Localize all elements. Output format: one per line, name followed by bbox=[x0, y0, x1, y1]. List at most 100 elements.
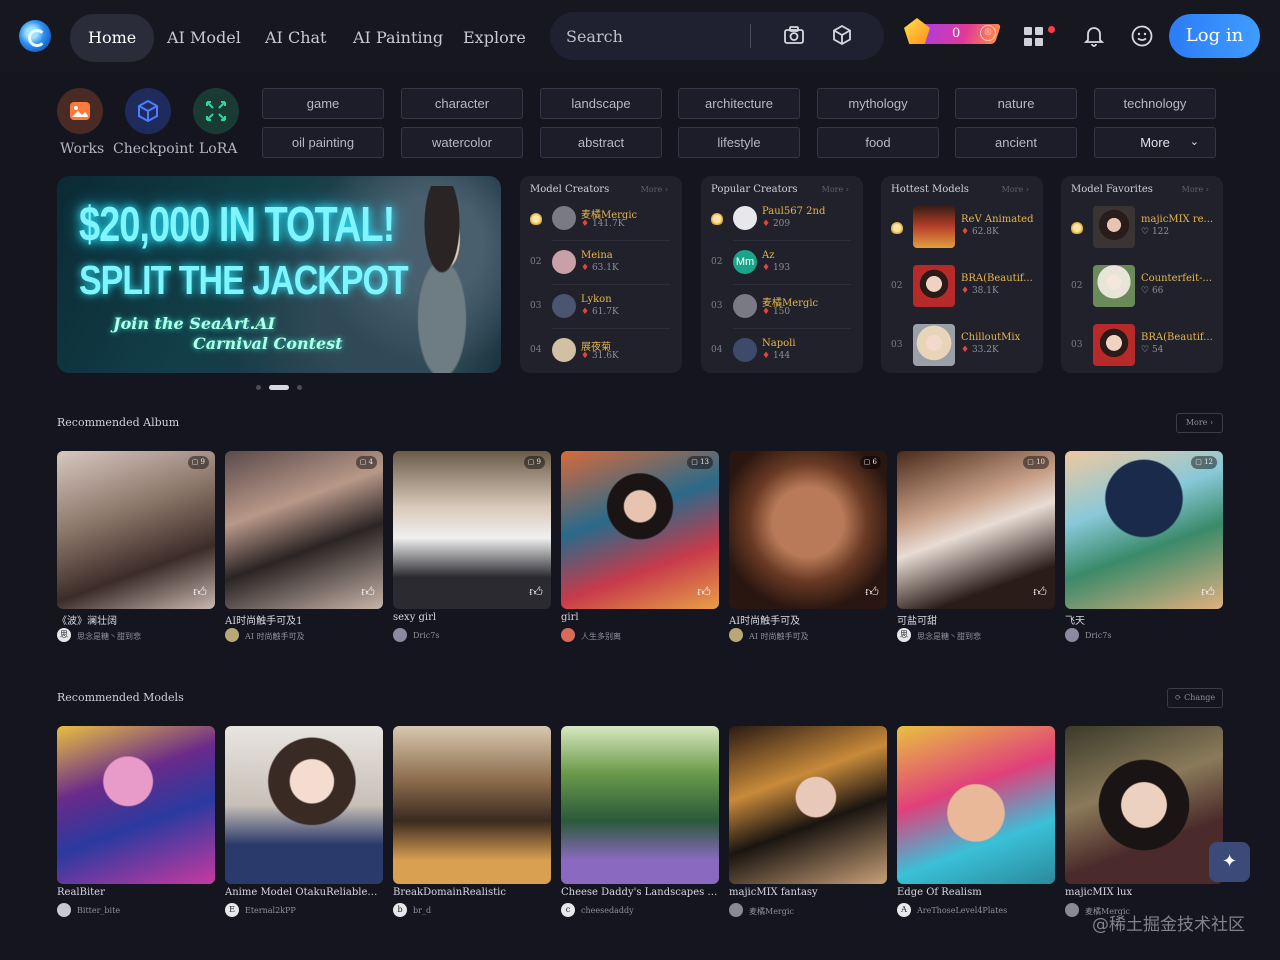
nav-home[interactable]: Home bbox=[70, 14, 155, 62]
album-card[interactable]: ▢ 9 👍︎ bbox=[393, 451, 551, 609]
type-lora[interactable] bbox=[193, 88, 239, 134]
model-card[interactable] bbox=[561, 726, 719, 884]
tag-abstract[interactable]: abstract bbox=[540, 127, 662, 158]
thumbs-up-icon[interactable]: 👍︎ bbox=[864, 585, 880, 601]
album-title[interactable]: 飞天 bbox=[1065, 612, 1223, 627]
models-change-button[interactable]: ⟳ Change bbox=[1167, 688, 1223, 708]
model-user[interactable]: cheesedaddy bbox=[581, 906, 739, 915]
model-title[interactable]: RealBiter bbox=[57, 887, 215, 898]
tag-landscape[interactable]: landscape bbox=[540, 88, 662, 119]
album-user[interactable]: 人生多别离 bbox=[581, 631, 739, 642]
thumbs-up-icon[interactable]: 👍︎ bbox=[528, 585, 544, 601]
creator-stat: ♦ 61.7K bbox=[581, 307, 619, 317]
album-title[interactable]: 《波》澜壮阔 bbox=[57, 612, 215, 627]
model-card[interactable] bbox=[393, 726, 551, 884]
album-card[interactable]: ▢ 4 👍︎ bbox=[225, 451, 383, 609]
model-user[interactable]: AreThoseLevel4Plates bbox=[917, 906, 1075, 915]
tag-oil-painting[interactable]: oil painting bbox=[262, 127, 384, 158]
model-title[interactable]: Cheese Daddy's Landscapes mix bbox=[561, 887, 719, 898]
image-count-badge: ▢ 9 bbox=[187, 456, 209, 469]
tag-mythology[interactable]: mythology bbox=[817, 88, 939, 119]
tag-lifestyle[interactable]: lifestyle bbox=[678, 127, 800, 158]
bell-icon[interactable] bbox=[1081, 24, 1107, 50]
logo-icon[interactable] bbox=[19, 20, 51, 52]
thumbs-up-icon[interactable]: 👍︎ bbox=[360, 585, 376, 601]
handshake-icon[interactable]: ✦ bbox=[1209, 842, 1250, 882]
album-card[interactable]: ▢ 10 👍︎ bbox=[897, 451, 1055, 609]
album-more-button[interactable]: More › bbox=[1176, 413, 1223, 433]
panel-title: Model Favorites bbox=[1071, 184, 1153, 195]
panel-more-link[interactable]: More › bbox=[1182, 185, 1209, 194]
nav-ai-chat[interactable]: AI Chat bbox=[265, 14, 326, 62]
avatar[interactable] bbox=[57, 903, 71, 917]
album-user[interactable]: Dric7s bbox=[413, 631, 571, 640]
album-user[interactable]: Dric7s bbox=[1085, 631, 1243, 640]
model-card[interactable] bbox=[57, 726, 215, 884]
thumbs-up-icon[interactable]: 👍︎ bbox=[696, 585, 712, 601]
album-title[interactable]: AI时尚触手可及1 bbox=[225, 612, 383, 627]
model-title[interactable]: Anime Model OtakuReliableEn... bbox=[225, 887, 383, 898]
model-user[interactable]: br_d bbox=[413, 906, 571, 915]
model-user[interactable]: 麦橘Mergic bbox=[749, 906, 907, 917]
album-title[interactable]: sexy girl bbox=[393, 612, 551, 623]
avatar[interactable]: 思 bbox=[57, 628, 71, 642]
camera-icon[interactable] bbox=[781, 24, 807, 50]
tag-more-dropdown[interactable]: More ⌄ bbox=[1094, 127, 1216, 158]
model-title[interactable]: BreakDomainRealistic bbox=[393, 887, 551, 898]
carousel-dot[interactable] bbox=[256, 385, 261, 390]
dice-icon[interactable] bbox=[829, 24, 855, 50]
model-card[interactable] bbox=[1065, 726, 1223, 884]
nav-ai-painting[interactable]: AI Painting bbox=[353, 14, 443, 62]
search-input[interactable] bbox=[566, 24, 746, 48]
album-user[interactable]: 思念是糖丶甜到悲 bbox=[917, 631, 1075, 642]
tag-food[interactable]: food bbox=[817, 127, 939, 158]
type-works[interactable] bbox=[57, 88, 103, 134]
apps-grid-icon[interactable] bbox=[1024, 27, 1044, 47]
nav-ai-model[interactable]: AI Model bbox=[167, 14, 241, 62]
model-card[interactable] bbox=[897, 726, 1055, 884]
model-title[interactable]: majicMIX lux bbox=[1065, 887, 1223, 898]
thumbs-up-icon[interactable]: 👍︎ bbox=[1032, 585, 1048, 601]
tag-watercolor[interactable]: watercolor bbox=[401, 127, 523, 158]
model-user[interactable]: Eternal2kPP bbox=[245, 906, 403, 915]
rank-number: 02 bbox=[530, 257, 542, 267]
album-card[interactable]: ▢ 9 👍︎ bbox=[57, 451, 215, 609]
nav-explore[interactable]: Explore bbox=[463, 14, 526, 62]
album-card[interactable]: ▢ 13 👍︎ bbox=[561, 451, 719, 609]
tag-character[interactable]: character bbox=[401, 88, 523, 119]
creator-name: Az bbox=[762, 250, 775, 261]
album-card[interactable]: ▢ 6 👍︎ bbox=[729, 451, 887, 609]
tag-technology[interactable]: technology bbox=[1094, 88, 1216, 119]
album-user[interactable]: AI 时尚触手可及 bbox=[245, 631, 403, 642]
model-user[interactable]: Bitter_bite bbox=[77, 906, 235, 915]
album-title[interactable]: girl bbox=[561, 612, 719, 623]
album-title[interactable]: AI时尚触手可及 bbox=[729, 612, 887, 627]
panel-more-link[interactable]: More › bbox=[641, 185, 668, 194]
panel-more-link[interactable]: More › bbox=[822, 185, 849, 194]
model-title[interactable]: majicMIX fantasy bbox=[729, 887, 887, 898]
carousel-dot-active[interactable] bbox=[269, 385, 289, 390]
album-card[interactable]: ▢ 12 👍︎ bbox=[1065, 451, 1223, 609]
coin-balance[interactable]: 0 ® bbox=[904, 16, 1004, 50]
login-button[interactable]: Log in bbox=[1169, 14, 1260, 58]
model-title[interactable]: Edge Of Realism bbox=[897, 887, 1055, 898]
tag-architecture[interactable]: architecture bbox=[678, 88, 800, 119]
model-card[interactable] bbox=[729, 726, 887, 884]
thumbs-up-icon[interactable]: 👍︎ bbox=[1200, 585, 1216, 601]
album-user[interactable]: 思念是糖丶甜到悲 bbox=[77, 631, 235, 642]
carousel-dot[interactable] bbox=[297, 385, 302, 390]
row-divider bbox=[733, 240, 851, 241]
album-user[interactable]: AI 时尚触手可及 bbox=[749, 631, 907, 642]
smiley-icon[interactable] bbox=[1129, 24, 1155, 50]
album-title[interactable]: 可盐可甜 bbox=[897, 612, 1055, 627]
model-card[interactable] bbox=[225, 726, 383, 884]
panel-more-link[interactable]: More › bbox=[1002, 185, 1029, 194]
tag-nature[interactable]: nature bbox=[955, 88, 1077, 119]
thumbs-up-icon[interactable]: 👍︎ bbox=[192, 585, 208, 601]
tag-game[interactable]: game bbox=[262, 88, 384, 119]
banner-line1: $20,000 IN TOTAL! bbox=[79, 198, 395, 253]
tag-ancient[interactable]: ancient bbox=[955, 127, 1077, 158]
promo-banner[interactable]: $20,000 IN TOTAL! SPLIT THE JACKPOT Join… bbox=[57, 176, 501, 373]
type-checkpoint[interactable] bbox=[125, 88, 171, 134]
panel-title: Popular Creators bbox=[711, 184, 798, 195]
